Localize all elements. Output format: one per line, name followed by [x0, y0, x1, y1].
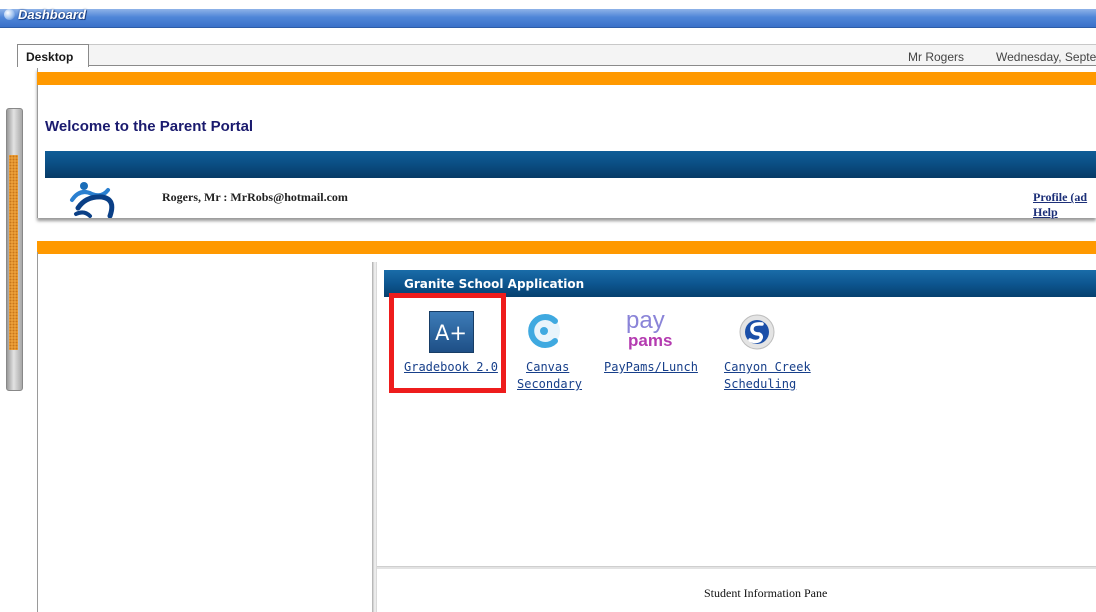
paypams-icon-top-text: pay [626, 307, 665, 334]
welcome-heading: Welcome to the Parent Portal [45, 118, 254, 135]
left-column-border [37, 252, 38, 612]
canvas-link-line-1[interactable]: Canvas [526, 359, 569, 376]
canvas-icon[interactable] [525, 312, 563, 350]
current-user-name: Mr Rogers [908, 50, 965, 64]
gradebook-a-plus-icon[interactable]: A+ [429, 311, 474, 353]
profile-link[interactable]: Profile (ad [1033, 190, 1087, 205]
canyon-creek-link-line-2[interactable]: Scheduling [724, 376, 796, 393]
portal-logo-icon [70, 182, 115, 218]
paypams-icon[interactable]: pay pams [624, 306, 672, 351]
account-info: Rogers, Mr : MrRobs@hotmail.com [162, 190, 348, 204]
window-title: Dashboard [18, 7, 86, 22]
title-bar: Dashboard [0, 0, 1096, 28]
paypams-link[interactable]: PayPams/Lunch [604, 359, 698, 376]
tab-desktop[interactable]: Desktop [17, 44, 89, 67]
content-orange-rule [37, 241, 1096, 254]
help-link[interactable]: Help [1033, 205, 1058, 220]
paypams-icon-bottom-text: pams [628, 331, 672, 350]
welcome-blue-band [45, 151, 1096, 178]
canyon-creek-icon[interactable] [738, 313, 776, 351]
student-pane-divider [377, 566, 1096, 569]
browser-window: Dashboard Desktop Mr Rogers Wednesday, S… [0, 0, 1096, 612]
canyon-creek-link-line-1[interactable]: Canyon Creek [724, 359, 811, 376]
sidebar-grip[interactable] [9, 155, 18, 350]
current-date: Wednesday, Septe [996, 50, 1096, 64]
title-bar-background [0, 9, 1096, 28]
welcome-orange-rule [37, 72, 1096, 85]
pane-splitter[interactable] [372, 262, 377, 612]
canvas-link-line-2[interactable]: Secondary [517, 376, 582, 393]
apps-panel-title: Granite School Application [404, 277, 585, 291]
gradebook-icon-text: A+ [435, 321, 467, 345]
dashboard-globe-icon [4, 9, 15, 20]
gradebook-link[interactable]: Gradebook 2.0 [404, 359, 498, 376]
student-information-pane-label: Student Information Pane [704, 586, 828, 600]
